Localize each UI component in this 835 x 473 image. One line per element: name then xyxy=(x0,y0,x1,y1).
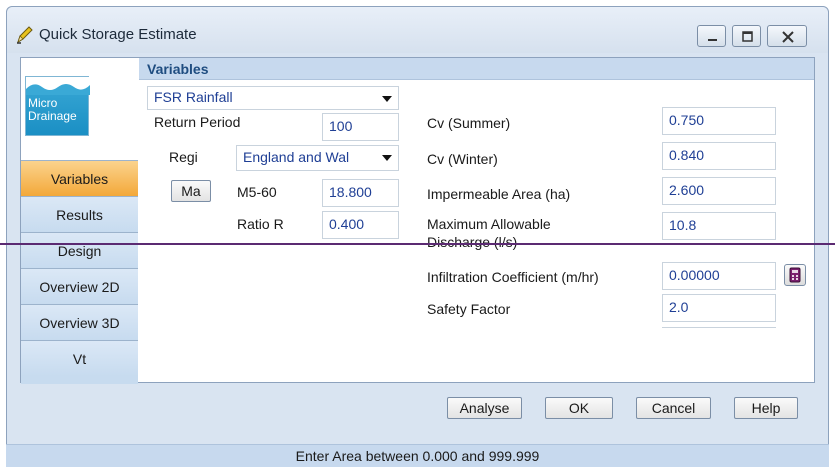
dropdown-arrow-icon xyxy=(382,96,392,102)
close-icon xyxy=(782,31,794,43)
infiltration-coefficient-input[interactable]: 0.00000 xyxy=(662,262,776,290)
calculator-button[interactable] xyxy=(784,264,806,286)
ratio-r-input[interactable]: 0.400 xyxy=(322,211,399,239)
return-period-input[interactable]: 100 xyxy=(322,113,399,141)
analyse-button[interactable]: Analyse xyxy=(447,397,522,419)
nav-item-vt[interactable]: Vt xyxy=(21,340,138,376)
client-area: Micro Drainage Variables Results Design … xyxy=(20,57,815,384)
infiltration-coefficient-label: Infiltration Coefficient (m/hr) xyxy=(427,269,599,285)
nav-item-overview-3d[interactable]: Overview 3D xyxy=(21,304,138,340)
status-text: Enter Area between 0.000 and 999.999 xyxy=(295,448,540,464)
ok-button[interactable]: OK xyxy=(545,397,613,419)
cv-winter-label: Cv (Winter) xyxy=(427,151,498,167)
impermeable-area-label: Impermeable Area (ha) xyxy=(427,186,571,202)
title-bar: Quick Storage Estimate xyxy=(7,7,828,53)
dropdown-arrow-icon xyxy=(382,155,392,161)
pencil-app-icon xyxy=(17,26,33,44)
maximize-button[interactable] xyxy=(732,25,761,47)
nav-item-variables[interactable]: Variables xyxy=(21,160,138,196)
nav-item-results[interactable]: Results xyxy=(21,196,138,232)
ratio-r-label: Ratio R xyxy=(237,216,284,232)
minimize-icon xyxy=(708,39,717,41)
max-discharge-input[interactable]: 10.8 xyxy=(662,212,776,240)
region-label: Regi xyxy=(169,149,198,165)
safety-factor-input[interactable]: 2.0 xyxy=(662,294,776,322)
map-button[interactable]: Ma xyxy=(171,180,211,202)
nav-item-overview-2d[interactable]: Overview 2D xyxy=(21,268,138,304)
logo-text-drainage: Drainage xyxy=(28,109,77,123)
help-button[interactable]: Help xyxy=(734,397,798,419)
divider-line xyxy=(662,327,776,328)
calculator-icon xyxy=(789,267,801,283)
region-value: England and Wal xyxy=(243,149,350,165)
cv-summer-label: Cv (Summer) xyxy=(427,115,511,131)
rainfall-type-select[interactable]: FSR Rainfall xyxy=(147,86,399,110)
minimize-button[interactable] xyxy=(697,25,726,47)
safety-factor-label: Safety Factor xyxy=(427,301,511,317)
nav-filler xyxy=(21,376,138,384)
window-title: Quick Storage Estimate xyxy=(39,26,197,43)
rainfall-type-value: FSR Rainfall xyxy=(154,89,233,105)
cv-summer-input[interactable]: 0.750 xyxy=(662,107,776,135)
return-period-label: Return Period xyxy=(154,114,241,130)
logo-area: Micro Drainage xyxy=(21,58,138,160)
cancel-button[interactable]: Cancel xyxy=(636,397,711,419)
horizontal-guide-line xyxy=(0,243,835,245)
micro-drainage-logo: Micro Drainage xyxy=(25,76,90,136)
wave-icon xyxy=(26,77,90,95)
close-button[interactable] xyxy=(767,25,807,47)
max-discharge-label-line1: Maximum Allowable xyxy=(427,216,551,232)
nav-item-design[interactable]: Design xyxy=(21,232,138,268)
region-select[interactable]: England and Wal xyxy=(236,145,399,171)
variables-panel: FSR Rainfall Return Period 100 Regi Engl… xyxy=(139,81,814,382)
max-discharge-label-line2: Discharge (l/s) xyxy=(427,234,518,250)
maximize-icon xyxy=(742,31,753,42)
m5-60-input[interactable]: 18.800 xyxy=(322,179,399,207)
m5-60-label: M5-60 xyxy=(237,184,277,200)
quick-storage-estimate-window: Quick Storage Estimate Micro Drainage Va… xyxy=(6,6,829,467)
cv-winter-input[interactable]: 0.840 xyxy=(662,142,776,170)
panel-header: Variables xyxy=(139,58,814,80)
impermeable-area-input[interactable]: 2.600 xyxy=(662,177,776,205)
status-bar: Enter Area between 0.000 and 999.999 xyxy=(6,444,829,467)
side-nav: Variables Results Design Overview 2D Ove… xyxy=(21,160,138,376)
